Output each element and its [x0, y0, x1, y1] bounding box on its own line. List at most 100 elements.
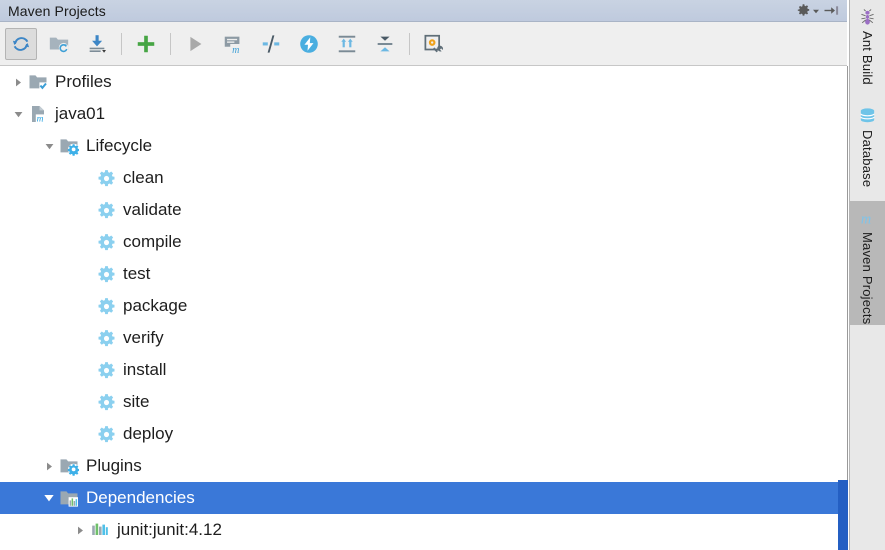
- gear-icon: [96, 200, 116, 220]
- header-actions: [796, 3, 840, 18]
- tree-row-label: test: [123, 264, 151, 283]
- tree-row-label: package: [123, 296, 188, 315]
- tree-row-label: compile: [123, 232, 182, 251]
- tree-row-label: site: [123, 392, 150, 411]
- tree-row-label: validate: [123, 200, 182, 219]
- page-title: Maven Projects: [8, 2, 106, 19]
- svg-text:m: m: [37, 114, 44, 124]
- tree-row-plugins[interactable]: Plugins: [0, 450, 838, 482]
- expand-all-icon: [338, 35, 356, 52]
- tree-row-deploy[interactable]: deploy: [0, 418, 838, 450]
- skip-tests-icon: [262, 34, 280, 53]
- gear-icon: [96, 424, 116, 444]
- toggle-skip-tests-button[interactable]: [255, 28, 287, 60]
- execute-maven-goal-button[interactable]: m: [217, 28, 249, 60]
- folder-check-icon: [28, 72, 48, 92]
- tree-row-java01[interactable]: m java01: [0, 98, 838, 130]
- hide-arrow-icon: [824, 6, 839, 15]
- run-icon: [190, 36, 202, 51]
- gear-icon: [96, 232, 116, 252]
- right-tool-window-bar: Ant Build Database m Maven Projects: [849, 0, 885, 550]
- maven-m-icon: m: [857, 207, 879, 229]
- twisty-expanded-icon[interactable]: [10, 106, 26, 122]
- download-sources-button[interactable]: [81, 28, 113, 60]
- library-bars-icon: [90, 520, 110, 540]
- maven-projects-tool-window: Maven Projects m Profiles m java01 Lifec…: [0, 0, 885, 550]
- scrollbar-thumb[interactable]: [838, 480, 848, 550]
- generate-sources-button[interactable]: [43, 28, 75, 60]
- folder-bars-icon: [59, 488, 79, 508]
- tree-row-label: Profiles: [55, 72, 112, 91]
- hide-panel-button[interactable]: [823, 3, 840, 18]
- gear-icon: [96, 360, 116, 380]
- settings-gear-button[interactable]: [796, 3, 820, 18]
- tree-row-compile[interactable]: compile: [0, 226, 838, 258]
- collapse-all-icon: [377, 36, 393, 51]
- sidebar-item-label: Ant Build: [860, 31, 875, 85]
- toggle-offline-mode-button[interactable]: [293, 28, 325, 60]
- sidebar-item-database[interactable]: Database: [850, 99, 885, 187]
- plus-icon: [137, 35, 155, 52]
- folder-gear-icon: [59, 136, 79, 156]
- tree-row-test[interactable]: test: [0, 258, 838, 290]
- database-icon: [857, 105, 879, 127]
- twisty-collapsed-icon[interactable]: [72, 522, 88, 538]
- tree-row-dependencies[interactable]: Dependencies: [0, 482, 838, 514]
- svg-text:m: m: [232, 45, 239, 55]
- tree-row-install[interactable]: install: [0, 354, 838, 386]
- tree-row-label: deploy: [123, 424, 174, 443]
- toolbar-separator: [409, 32, 410, 55]
- tree-row-clean[interactable]: clean: [0, 162, 838, 194]
- tree-row-label: junit:junit:4.12: [117, 520, 222, 539]
- add-maven-project-button[interactable]: [130, 28, 162, 60]
- refresh-icon: [12, 36, 30, 51]
- sidebar-item-ant-build[interactable]: Ant Build: [850, 0, 885, 85]
- tree-row-label: clean: [123, 168, 164, 187]
- folder-refresh-icon: [49, 37, 69, 52]
- tool-window-header: Maven Projects: [0, 0, 847, 22]
- tree-row-package[interactable]: package: [0, 290, 838, 322]
- settings-wrench-icon: [424, 34, 444, 52]
- twisty-expanded-icon[interactable]: [41, 138, 57, 154]
- tree-row-site[interactable]: site: [0, 386, 838, 418]
- twisty-expanded-icon[interactable]: [41, 490, 57, 506]
- gear-icon: [96, 168, 116, 188]
- ant-icon: [857, 6, 879, 28]
- scrollbar-track: [847, 66, 848, 550]
- tree-row-lifecycle[interactable]: Lifecycle: [0, 130, 838, 162]
- tree-row-validate[interactable]: validate: [0, 194, 838, 226]
- gear-dropdown-icon: [797, 4, 810, 16]
- maven-goal-icon: m: [224, 36, 243, 55]
- tree-row-label: Plugins: [86, 456, 142, 475]
- twisty-collapsed-icon[interactable]: [41, 458, 57, 474]
- collapse-all-button[interactable]: [369, 28, 401, 60]
- tree-row-profiles[interactable]: Profiles: [0, 66, 838, 98]
- sidebar-item-label: Maven Projects: [860, 232, 875, 325]
- gear-icon: [96, 328, 116, 348]
- tree-row-label: Lifecycle: [86, 136, 153, 155]
- maven-module-icon: m: [28, 104, 48, 124]
- gear-icon: [96, 264, 116, 284]
- maven-projects-tree[interactable]: Profiles m java01 Lifecycle clean valida…: [0, 66, 838, 550]
- download-icon: [89, 34, 106, 53]
- tree-row-junit[interactable]: junit:junit:4.12: [0, 514, 838, 546]
- tree-row-label: install: [123, 360, 167, 379]
- twisty-collapsed-icon[interactable]: [10, 74, 26, 90]
- tree-row-label: verify: [123, 328, 164, 347]
- gear-icon: [96, 392, 116, 412]
- maven-settings-button[interactable]: [418, 28, 450, 60]
- tree-vertical-scrollbar[interactable]: [838, 66, 848, 550]
- tree-row-verify[interactable]: verify: [0, 322, 838, 354]
- reimport-all-maven-projects-button[interactable]: [5, 27, 37, 60]
- expand-all-button[interactable]: [331, 28, 363, 60]
- gear-icon: [96, 296, 116, 316]
- tree-row-label: Dependencies: [86, 488, 195, 507]
- folder-gear-icon: [59, 456, 79, 476]
- toolbar-separator: [170, 32, 171, 55]
- tree-row-label: java01: [55, 104, 106, 123]
- sidebar-item-maven-projects[interactable]: m Maven Projects: [850, 201, 885, 325]
- run-maven-build-button[interactable]: [179, 28, 211, 60]
- sidebar-item-label: Database: [860, 129, 875, 188]
